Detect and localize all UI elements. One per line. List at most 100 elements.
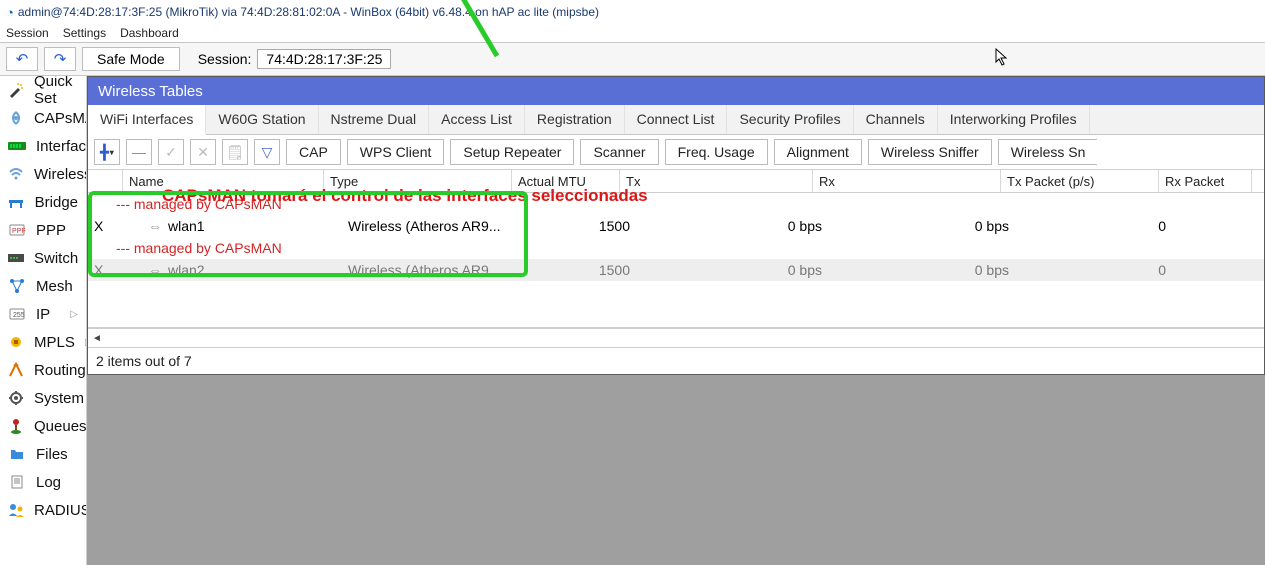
tab-w60g-station[interactable]: W60G Station: [206, 105, 318, 134]
wireless-tables-panel: Wireless Tables WiFi InterfacesW60G Stat…: [87, 76, 1265, 375]
menu-bar: Session Settings Dashboard: [0, 24, 1265, 42]
undo-button[interactable]: ↶: [6, 47, 38, 71]
tab-channels[interactable]: Channels: [854, 105, 938, 134]
tab-nstreme-dual[interactable]: Nstreme Dual: [319, 105, 430, 134]
sidebar-item-label: Quick Set: [34, 76, 78, 107]
managed-by-capsman-label: --- managed by CAPsMAN: [88, 237, 1264, 259]
tab-access-list[interactable]: Access List: [429, 105, 525, 134]
files-icon: [8, 448, 26, 460]
horizontal-scrollbar[interactable]: ◄: [88, 328, 1264, 347]
add-button[interactable]: ╋▾: [94, 139, 120, 165]
comment-button[interactable]: 🗒: [222, 139, 248, 165]
sidebar-item-label: Routing: [34, 362, 86, 379]
sidebar-item-label: System: [34, 390, 84, 407]
log-icon: [8, 475, 26, 489]
tab-wifi-interfaces[interactable]: WiFi Interfaces: [88, 105, 206, 135]
wps-client-button[interactable]: WPS Client: [347, 139, 445, 165]
wireless-snooper-button[interactable]: Wireless Sn: [998, 139, 1098, 165]
content-area: Wireless Tables WiFi InterfacesW60G Stat…: [87, 76, 1265, 565]
cell-type: Wireless (Atheros AR9...: [342, 218, 529, 234]
alignment-button[interactable]: Alignment: [774, 139, 862, 165]
sidebar-item-quick-set[interactable]: Quick Set: [0, 76, 86, 104]
col-tx[interactable]: Tx: [620, 170, 813, 192]
col-mtu[interactable]: Actual MTU: [512, 170, 620, 192]
enable-button[interactable]: ✓: [158, 139, 184, 165]
sidebar-item-label: RADIUS: [34, 502, 87, 519]
status-bar: 2 items out of 7: [88, 347, 1264, 374]
cell-rx: 0 bps: [828, 262, 1015, 278]
queues-icon: [8, 418, 24, 434]
cell-mtu: 1500: [529, 218, 636, 234]
routing-icon: [8, 362, 24, 378]
menu-settings[interactable]: Settings: [63, 26, 106, 40]
sidebar-item-label: IP: [36, 306, 50, 323]
radius-icon: [8, 502, 24, 518]
sidebar-item-label: Wireless: [34, 166, 87, 183]
sidebar-item-ip[interactable]: 255IP▷: [0, 300, 86, 328]
session-label: Session:: [198, 51, 252, 67]
tab-security-profiles[interactable]: Security Profiles: [727, 105, 853, 134]
sidebar-item-ppp[interactable]: PPPPPP: [0, 216, 86, 244]
tab-strip: WiFi InterfacesW60G StationNstreme DualA…: [88, 105, 1264, 135]
sidebar-item-routing[interactable]: Routing▷: [0, 356, 86, 384]
sidebar-item-switch[interactable]: Switch: [0, 244, 86, 272]
sidebar-item-label: Mesh: [36, 278, 73, 295]
grid-body: --- managed by CAPsMANX⇔wlan1Wireless (A…: [88, 193, 1264, 328]
mdi-background: CAPsMAN tomará el control de las interfa…: [87, 375, 1265, 565]
sidebar-item-bridge[interactable]: Bridge: [0, 188, 86, 216]
iface-icon: [8, 140, 26, 152]
col-txp[interactable]: Tx Packet (p/s): [1001, 170, 1159, 192]
cap-button[interactable]: CAP: [286, 139, 341, 165]
col-name[interactable]: Name: [123, 170, 324, 192]
cell-rx: 0 bps: [828, 218, 1015, 234]
sidebar-item-mesh[interactable]: Mesh: [0, 272, 86, 300]
disable-button[interactable]: ✕: [190, 139, 216, 165]
menu-dashboard[interactable]: Dashboard: [120, 26, 179, 40]
scanner-button[interactable]: Scanner: [580, 139, 658, 165]
col-flag[interactable]: [88, 170, 123, 192]
safe-mode-button[interactable]: Safe Mode: [82, 47, 180, 71]
col-rx[interactable]: Rx: [813, 170, 1001, 192]
tab-connect-list[interactable]: Connect List: [625, 105, 728, 134]
system-icon: [8, 390, 24, 406]
tab-registration[interactable]: Registration: [525, 105, 625, 134]
ppp-icon: PPP: [8, 224, 26, 236]
wand-icon: [8, 82, 24, 98]
mpls-icon: [8, 334, 24, 350]
redo-button[interactable]: ↷: [44, 47, 76, 71]
cell-name: ⇔wlan2: [122, 262, 342, 278]
col-type[interactable]: Type: [324, 170, 512, 192]
session-value: 74:4D:28:17:3F:25: [257, 49, 391, 69]
menu-session[interactable]: Session: [6, 26, 49, 40]
svg-text:255: 255: [13, 312, 25, 319]
radio-icon: [8, 110, 24, 126]
switch-icon: [8, 252, 24, 264]
remove-button[interactable]: —: [126, 139, 152, 165]
sidebar-item-radius[interactable]: RADIUS: [0, 496, 86, 524]
sidebar-item-files[interactable]: Files: [0, 440, 86, 468]
filter-button[interactable]: ▽: [254, 139, 280, 165]
setup-repeater-button[interactable]: Setup Repeater: [450, 139, 574, 165]
sidebar-item-label: Bridge: [35, 194, 78, 211]
sidebar-item-capsman[interactable]: CAPsMAN: [0, 104, 86, 132]
scroll-left-icon: ◄: [88, 333, 106, 344]
sidebar-item-system[interactable]: System▷: [0, 384, 86, 412]
wireless-sniffer-button[interactable]: Wireless Sniffer: [868, 139, 992, 165]
sidebar-item-wireless[interactable]: Wireless: [0, 160, 86, 188]
wifi-icon: [8, 166, 24, 182]
sidebar-item-interfaces[interactable]: Interfaces: [0, 132, 86, 160]
sidebar-item-label: Log: [36, 474, 61, 491]
managed-by-capsman-label: --- managed by CAPsMAN: [88, 193, 1264, 215]
table-row[interactable]: X⇔wlan2Wireless (Atheros AR9...15000 bps…: [88, 259, 1264, 281]
svg-text:PPP: PPP: [12, 228, 25, 235]
sidebar-item-mpls[interactable]: MPLS▷: [0, 328, 86, 356]
cell-txp: 0: [1015, 262, 1172, 278]
sidebar-item-label: Interfaces: [36, 138, 87, 155]
col-rxp[interactable]: Rx Packet: [1159, 170, 1252, 192]
cell-flag: X: [88, 262, 122, 278]
freq-usage-button[interactable]: Freq. Usage: [665, 139, 768, 165]
tab-interworking-profiles[interactable]: Interworking Profiles: [938, 105, 1090, 134]
table-row[interactable]: X⇔wlan1Wireless (Atheros AR9...15000 bps…: [88, 215, 1264, 237]
sidebar-item-log[interactable]: Log: [0, 468, 86, 496]
sidebar-item-queues[interactable]: Queues: [0, 412, 86, 440]
